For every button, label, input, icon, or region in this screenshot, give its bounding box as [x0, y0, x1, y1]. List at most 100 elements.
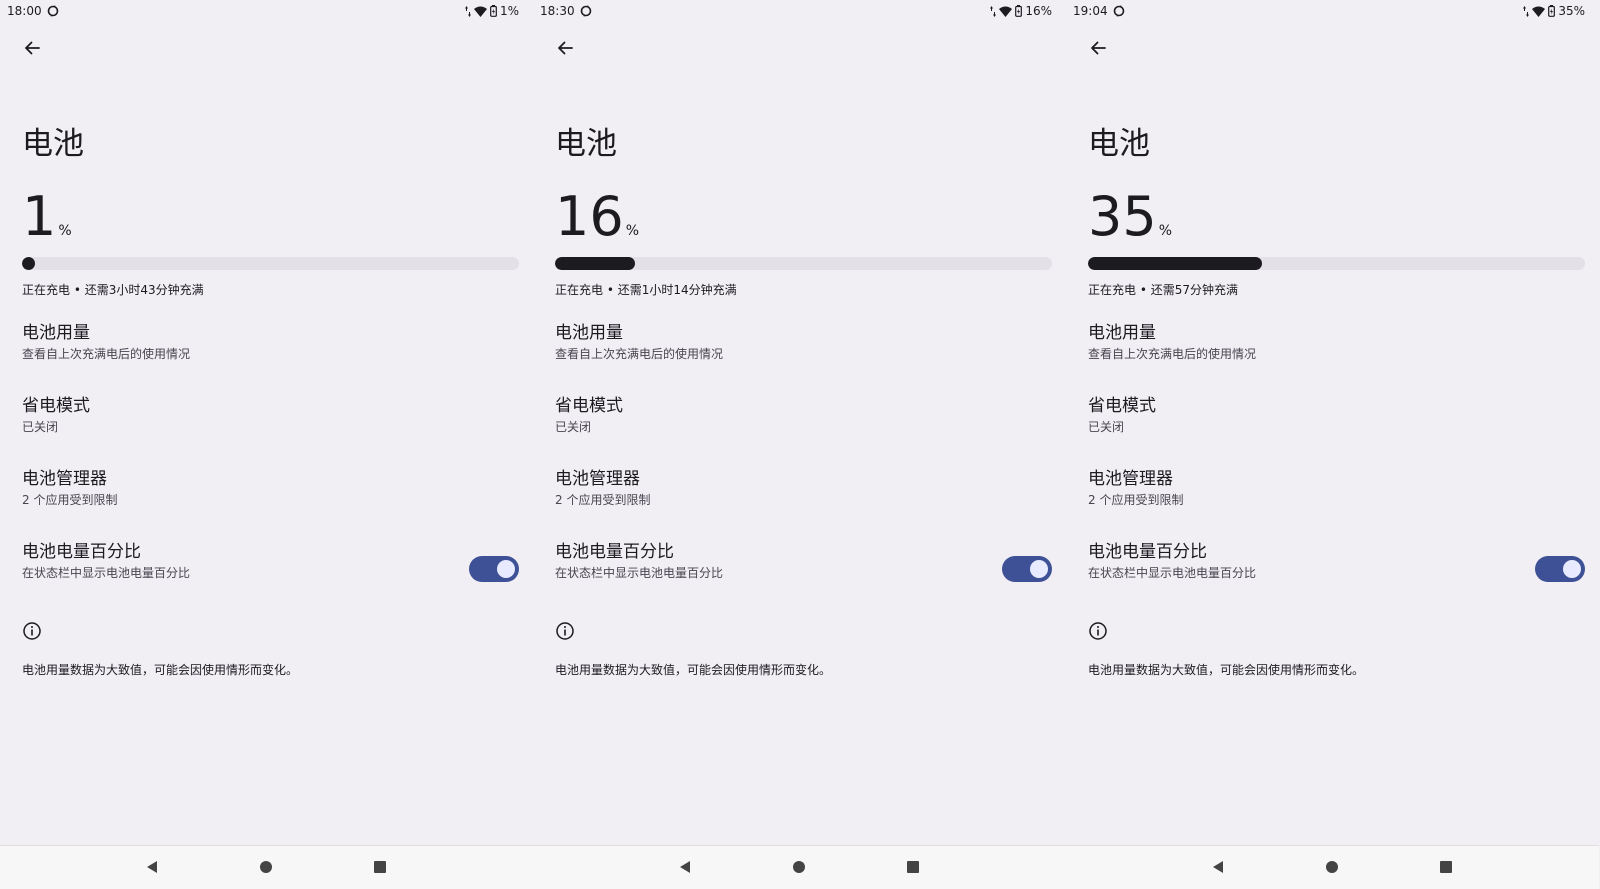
- battery-saver-subtitle: 已关闭: [1088, 420, 1125, 434]
- back-arrow-icon[interactable]: [555, 38, 575, 58]
- battery-progress-fill: [22, 257, 35, 270]
- screens-container: 18:00 1% 电池 1 % 正在充电 • 还需3小时43分钟充满 电池用量 …: [0, 0, 1600, 889]
- battery-saver-title: 省电模式: [555, 396, 623, 416]
- battery-saver-item[interactable]: 省电模式 已关闭: [22, 395, 519, 436]
- battery-saver-subtitle: 已关闭: [555, 420, 592, 434]
- sync-icon: [47, 5, 58, 17]
- battery-level-unit: %: [625, 223, 640, 239]
- battery-charging-icon: [490, 5, 497, 17]
- status-time-group: 19:04: [1073, 4, 1125, 18]
- sync-icon: [1113, 5, 1124, 17]
- battery-progress-fill: [555, 257, 635, 270]
- status-time: 18:00: [7, 4, 42, 18]
- battery-usage-item[interactable]: 电池用量 查看自上次充满电后的使用情况: [555, 322, 1052, 363]
- wifi-icon: [473, 6, 487, 17]
- battery-level-unit: %: [58, 223, 72, 239]
- footer-note: 电池用量数据为大致值，可能会因使用情形而变化。: [1088, 663, 1365, 677]
- battery-level-number: 16: [555, 185, 624, 248]
- battery-manager-title: 电池管理器: [555, 469, 640, 489]
- page-title: 电池: [1088, 126, 1150, 162]
- battery-saver-title: 省电模式: [1088, 396, 1156, 416]
- battery-progress-bar: [1088, 257, 1585, 270]
- battery-progress-bar: [22, 257, 519, 270]
- battery-manager-item[interactable]: 电池管理器 2 个应用受到限制: [555, 468, 1052, 509]
- battery-percentage-title: 电池电量百分比: [1088, 542, 1207, 562]
- battery-settings-screen: 19:04 35% 电池 35 % 正在充电 • 还需57分钟充满 电池用量 查…: [1066, 0, 1599, 889]
- battery-percentage-subtitle: 在状态栏中显示电池电量百分比: [1088, 566, 1257, 580]
- data-arrows-icon: [1523, 5, 1530, 17]
- battery-level-number: 1: [22, 185, 57, 248]
- status-time: 18:30: [540, 4, 575, 18]
- battery-level: 35 %: [1088, 188, 1172, 246]
- nav-back-icon[interactable]: [1210, 859, 1226, 875]
- status-bar: 18:00 1%: [0, 0, 533, 22]
- status-icons: 35%: [1523, 4, 1585, 18]
- battery-percentage-toggle[interactable]: [469, 556, 519, 582]
- sync-icon: [580, 5, 591, 17]
- status-battery-percent: 35%: [1558, 4, 1585, 18]
- status-time: 19:04: [1073, 4, 1108, 18]
- status-time-group: 18:30: [540, 4, 592, 18]
- battery-saver-item[interactable]: 省电模式 已关闭: [555, 395, 1052, 436]
- battery-percentage-item[interactable]: 电池电量百分比 在状态栏中显示电池电量百分比: [1088, 541, 1508, 582]
- battery-manager-item[interactable]: 电池管理器 2 个应用受到限制: [1088, 468, 1585, 509]
- data-arrows-icon: [464, 5, 471, 17]
- page-title: 电池: [555, 126, 617, 162]
- status-battery-percent: 16%: [1025, 4, 1052, 18]
- footer-note: 电池用量数据为大致值，可能会因使用情形而变化。: [22, 663, 299, 677]
- battery-percentage-toggle[interactable]: [1535, 556, 1585, 582]
- battery-saver-item[interactable]: 省电模式 已关闭: [1088, 395, 1585, 436]
- navigation-bar: [533, 845, 1066, 889]
- info-icon: [556, 622, 574, 640]
- status-battery-percent: 1%: [499, 4, 519, 18]
- navigation-bar: [1066, 845, 1599, 889]
- battery-progress-bar: [555, 257, 1052, 270]
- info-icon: [23, 622, 41, 640]
- battery-percentage-item[interactable]: 电池电量百分比 在状态栏中显示电池电量百分比: [22, 541, 442, 582]
- battery-level-unit: %: [1158, 223, 1173, 239]
- battery-manager-subtitle: 2 个应用受到限制: [22, 493, 118, 507]
- wifi-icon: [999, 6, 1013, 17]
- battery-manager-subtitle: 2 个应用受到限制: [1088, 493, 1184, 507]
- battery-percentage-title: 电池电量百分比: [555, 542, 674, 562]
- back-arrow-icon[interactable]: [22, 38, 42, 58]
- navigation-bar: [0, 845, 533, 889]
- nav-home-icon[interactable]: [791, 859, 807, 875]
- battery-percentage-subtitle: 在状态栏中显示电池电量百分比: [22, 566, 191, 580]
- battery-level: 1 %: [22, 188, 72, 246]
- battery-percentage-title: 电池电量百分比: [22, 542, 141, 562]
- battery-percentage-subtitle: 在状态栏中显示电池电量百分比: [555, 566, 724, 580]
- battery-manager-item[interactable]: 电池管理器 2 个应用受到限制: [22, 468, 519, 509]
- battery-manager-subtitle: 2 个应用受到限制: [555, 493, 651, 507]
- battery-usage-item[interactable]: 电池用量 查看自上次充满电后的使用情况: [22, 322, 519, 363]
- nav-recents-icon[interactable]: [372, 859, 388, 875]
- battery-usage-subtitle: 查看自上次充满电后的使用情况: [22, 347, 191, 361]
- info-icon: [1089, 622, 1107, 640]
- back-arrow-icon[interactable]: [1088, 38, 1108, 58]
- nav-recents-icon[interactable]: [1438, 859, 1454, 875]
- charge-status: 正在充电 • 还需57分钟充满: [1088, 283, 1238, 297]
- nav-home-icon[interactable]: [258, 859, 274, 875]
- charge-status: 正在充电 • 还需3小时43分钟充满: [22, 283, 204, 297]
- nav-recents-icon[interactable]: [905, 859, 921, 875]
- footer-note: 电池用量数据为大致值，可能会因使用情形而变化。: [555, 663, 832, 677]
- status-bar: 19:04 35%: [1066, 0, 1599, 22]
- nav-back-icon[interactable]: [677, 859, 693, 875]
- battery-progress-fill: [1088, 257, 1262, 270]
- battery-charging-icon: [1548, 5, 1556, 17]
- battery-usage-item[interactable]: 电池用量 查看自上次充满电后的使用情况: [1088, 322, 1585, 363]
- battery-saver-subtitle: 已关闭: [22, 420, 59, 434]
- battery-percentage-item[interactable]: 电池电量百分比 在状态栏中显示电池电量百分比: [555, 541, 975, 582]
- battery-level-number: 35: [1088, 185, 1157, 248]
- battery-charging-icon: [1015, 5, 1023, 17]
- nav-home-icon[interactable]: [1324, 859, 1340, 875]
- battery-percentage-toggle[interactable]: [1002, 556, 1052, 582]
- battery-usage-subtitle: 查看自上次充满电后的使用情况: [555, 347, 724, 361]
- battery-usage-title: 电池用量: [1088, 323, 1156, 343]
- battery-usage-title: 电池用量: [555, 323, 623, 343]
- status-icons: 1%: [464, 4, 519, 18]
- nav-back-icon[interactable]: [144, 859, 160, 875]
- toggle-knob: [1030, 560, 1048, 578]
- status-icons: 16%: [990, 4, 1052, 18]
- status-time-group: 18:00: [7, 4, 59, 18]
